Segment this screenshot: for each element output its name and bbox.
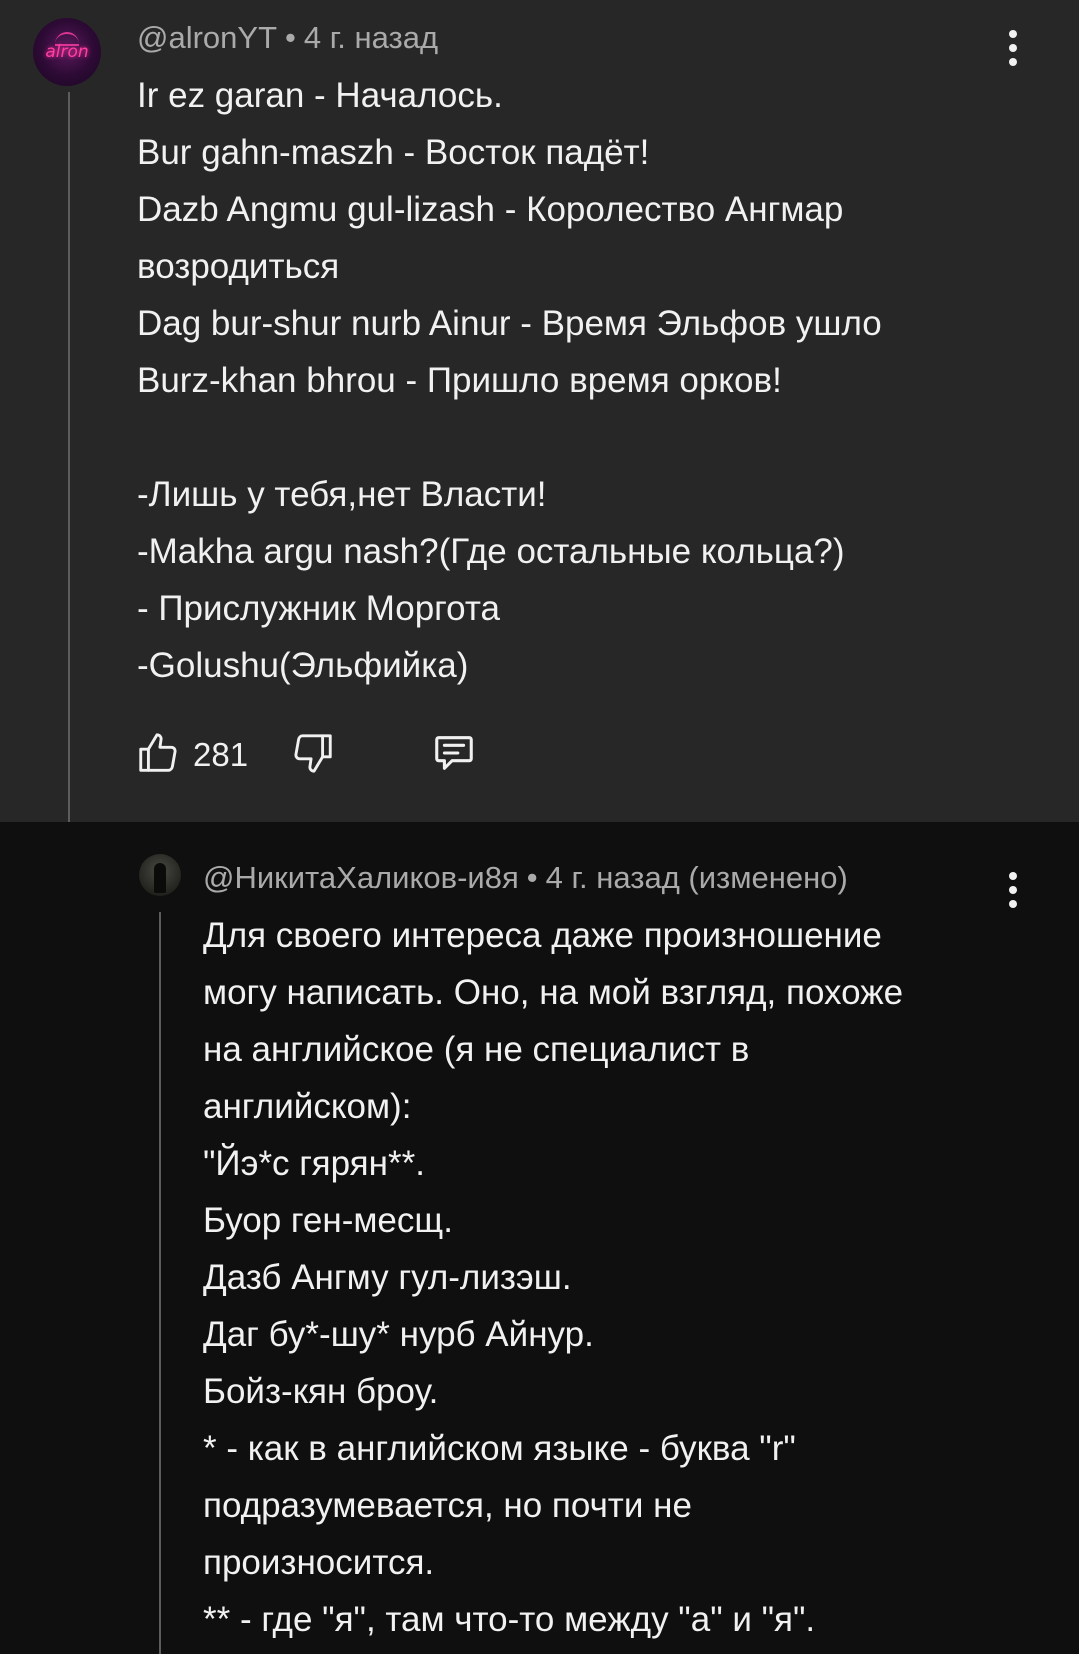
reply-icon[interactable] (431, 730, 477, 781)
avatar[interactable]: alron (33, 18, 101, 86)
comment-time[interactable]: 4 г. назад (304, 20, 438, 55)
thumbs-down-icon[interactable] (290, 730, 336, 781)
more-vert-icon[interactable] (1003, 30, 1023, 70)
comments-page: alron @alronYT • 4 г. назад Ir ez garan - … (0, 0, 1079, 1654)
comment-text: Ir ez garan - Началось. Bur gahn-maszh -… (137, 76, 882, 685)
comment-author[interactable]: @НикитаХаликов-и8я (203, 860, 519, 895)
avatar[interactable] (139, 854, 181, 896)
comment-header: @НикитаХаликов-и8я • 4 г. назад (изменено) (203, 858, 848, 898)
avatar-logo-text: alron (45, 42, 89, 62)
comment-time[interactable]: 4 г. назад (изменено) (546, 860, 848, 895)
thread-line (159, 912, 161, 1654)
comment-highlighted: alron @alronYT • 4 г. назад Ir ez garan - … (0, 0, 1079, 822)
comment-author[interactable]: @alronYT (137, 20, 277, 55)
more-vert-icon[interactable] (1003, 872, 1023, 912)
thumbs-up-icon[interactable] (135, 730, 181, 781)
separator-dot: • (285, 20, 296, 55)
avatar-figure (154, 863, 166, 893)
thread-line (68, 92, 70, 804)
comment-text: Для своего интереса даже произношение мо… (203, 916, 904, 1639)
comment-header: @alronYT • 4 г. назад (137, 18, 438, 58)
like-count: 281 (193, 736, 249, 773)
separator-dot: • (526, 860, 538, 895)
